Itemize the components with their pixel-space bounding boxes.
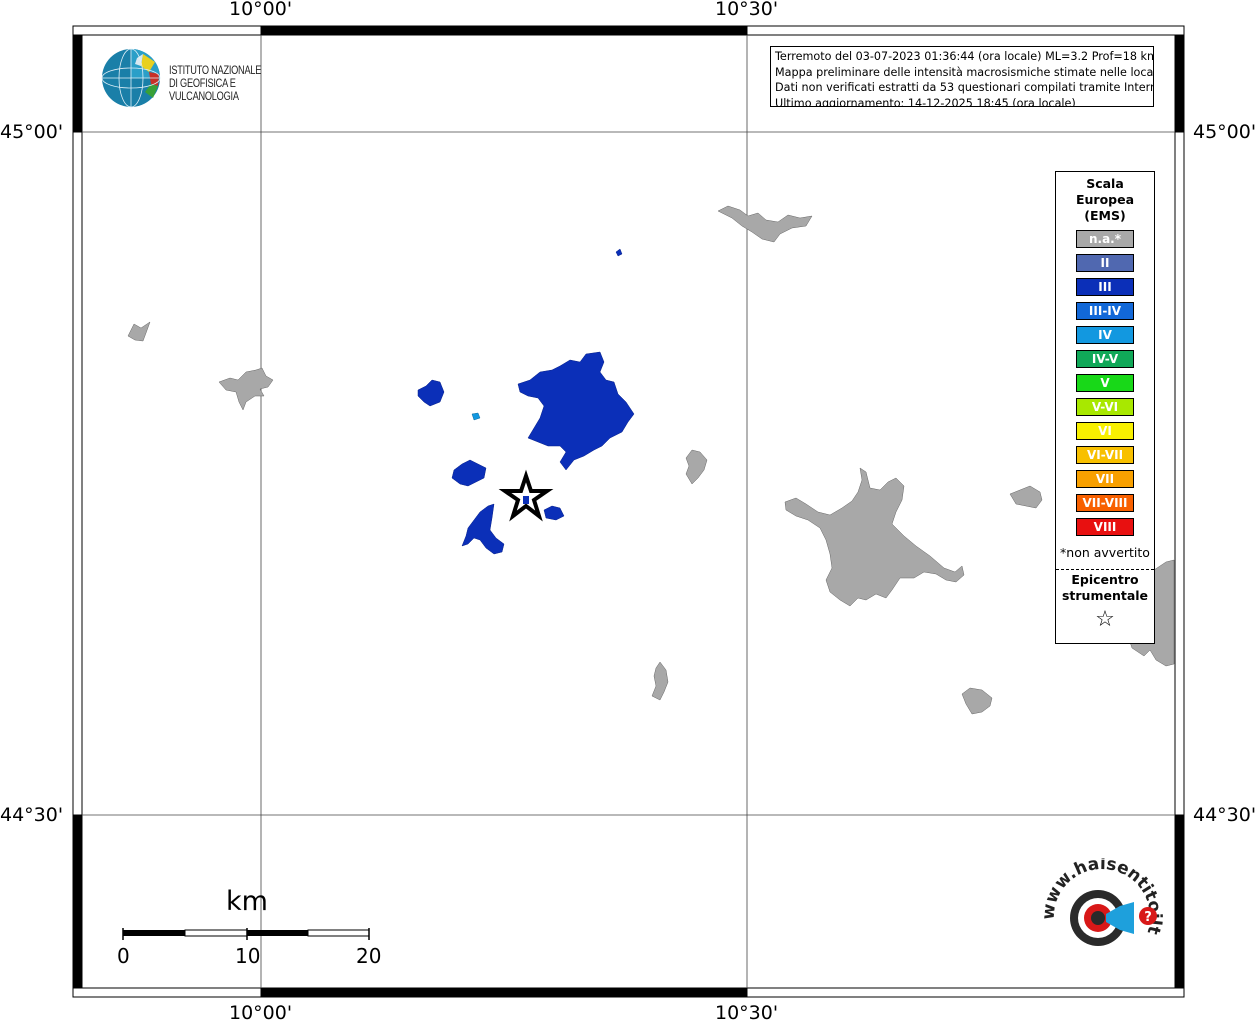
- locality-na[interactable]: [784, 467, 965, 607]
- info-line-2: Mappa preliminare delle intensità macros…: [775, 65, 1154, 79]
- legend: Scala Europea (EMS) n.a.* II III III-IV IV IV…: [1055, 171, 1155, 644]
- epicenter-star-icon[interactable]: [498, 469, 554, 522]
- locality-na[interactable]: [961, 687, 993, 715]
- globe-icon: [101, 48, 161, 108]
- scale-tick-0: 0: [117, 944, 130, 968]
- legend-item: III-IV: [1076, 302, 1134, 320]
- legend-epicenter-label: Epicentro strumentale: [1056, 572, 1154, 604]
- locality-na[interactable]: [218, 367, 274, 411]
- locality-na[interactable]: [1009, 485, 1043, 509]
- locality-iii[interactable]: [461, 503, 505, 555]
- legend-item: VIII: [1076, 518, 1134, 536]
- legend-epicenter-line2: strumentale: [1061, 588, 1149, 603]
- scale-unit: km: [226, 886, 268, 917]
- info-line-4: Ultimo aggiornamento: 14-12-2025 18:45 (…: [775, 96, 1076, 107]
- legend-star-icon: ☆: [1095, 607, 1115, 632]
- legend-item: VI-VII: [1076, 446, 1134, 464]
- locality-iii[interactable]: [517, 351, 635, 471]
- legend-item: IV-V: [1076, 350, 1134, 368]
- legend-item: VII: [1076, 470, 1134, 488]
- ingv-name-line2: DI GEOFISICA E VULCANOLOGIA: [169, 78, 239, 103]
- legend-title: Scala Europea (EMS): [1056, 176, 1154, 224]
- legend-title-line3: (EMS): [1084, 208, 1126, 223]
- info-line-3: Dati non verificati estratti da 53 quest…: [775, 81, 1154, 94]
- locality-iv[interactable]: [471, 412, 481, 421]
- legend-item: VII-VIII: [1076, 494, 1134, 512]
- legend-separator: [1056, 569, 1154, 570]
- legend-item: V-VI: [1076, 398, 1134, 416]
- locality-iii[interactable]: [615, 248, 623, 257]
- info-line-1: Terremoto del 03-07-2023 01:36:44 (ora l…: [775, 50, 1154, 63]
- locality-iii[interactable]: [543, 505, 565, 521]
- locality-iii[interactable]: [417, 379, 445, 407]
- legend-note: *non avvertito: [1060, 545, 1150, 560]
- scale-tick-20: 20: [356, 944, 382, 968]
- scale-tick-10: 10: [235, 944, 261, 968]
- locality-na[interactable]: [717, 205, 813, 243]
- hsit-logo[interactable]: www.haisentitoilterremoto.it ?: [1036, 858, 1164, 978]
- legend-epicenter-line1: Epicentro: [1071, 572, 1139, 587]
- ingv-name-line1: ISTITUTO NAZIONALE: [169, 65, 262, 77]
- legend-item: VI: [1076, 422, 1134, 440]
- legend-item: n.a.*: [1076, 230, 1134, 248]
- legend-item: II: [1076, 254, 1134, 272]
- info-box: Terremoto del 03-07-2023 01:36:44 (ora l…: [770, 46, 1154, 107]
- locality-na[interactable]: [127, 321, 151, 342]
- legend-item: III: [1076, 278, 1134, 296]
- legend-title-line1: Scala: [1086, 176, 1124, 191]
- legend-item: IV: [1076, 326, 1134, 344]
- legend-item: V: [1076, 374, 1134, 392]
- question-icon: ?: [1144, 910, 1152, 925]
- ingv-logo: ISTITUTO NAZIONALE DI GEOFISICA E VULCAN…: [101, 48, 321, 108]
- locality-na[interactable]: [651, 661, 669, 701]
- scale-bar: [122, 928, 370, 940]
- locality-na[interactable]: [685, 449, 708, 485]
- locality-iii[interactable]: [451, 459, 487, 487]
- legend-title-line2: Europea: [1075, 192, 1135, 207]
